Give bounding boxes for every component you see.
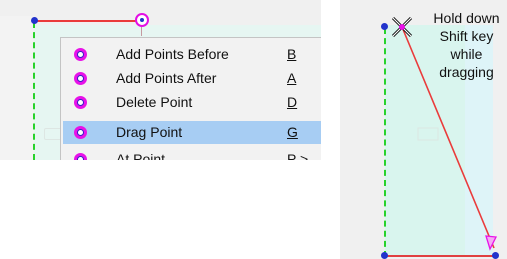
segment-line [34,20,142,22]
menu-item-delete-point[interactable]: Delete Point D [63,91,321,114]
menu-item-label: Add Points After [116,70,217,86]
anchor-point[interactable] [31,17,38,24]
menu-item-shortcut: A [287,70,297,86]
menu-item-shortcut: D [287,94,298,110]
point-icon [74,48,87,61]
menu-item-shortcut: P > [287,151,309,160]
shift-drag-tip: Hold down Shift key while dragging [426,9,507,81]
tip-line: while [450,46,483,62]
point-icon [74,96,87,109]
context-menu: Add Points Before B Add Points After A D… [60,37,321,160]
point-icon [74,72,87,85]
selected-point-icon[interactable] [135,13,149,27]
anchor-point[interactable] [381,252,388,259]
menu-item-shortcut: G [287,124,298,140]
anchor-point[interactable] [381,23,388,30]
tip-line: Hold down [433,10,500,26]
menu-item-add-points-after[interactable]: Add Points After A [63,67,321,90]
tip-line: dragging [439,64,494,80]
context-menu-panel: Add Points Before B Add Points After A D… [0,0,321,160]
drag-illustration-panel: Hold down Shift key while dragging [340,0,507,259]
canvas-gutter [0,16,34,160]
menu-item-label: Add Points Before [116,46,229,62]
anchor-point[interactable] [492,252,499,259]
move-cursor-icon [391,16,413,38]
menu-item-shortcut: B [287,46,297,62]
arrowhead-icon [485,235,498,251]
point-icon [74,126,87,139]
tip-line: Shift key [439,28,494,44]
menu-item-label: At Point [116,151,166,160]
menu-item-label: Drag Point [116,124,183,140]
guide-line [33,22,35,160]
ghost-arrow-icon [417,127,439,141]
menu-item-label: Delete Point [116,94,193,110]
menu-item-at-point[interactable]: At Point P > [63,148,321,160]
point-icon [74,153,87,160]
menu-item-drag-point[interactable]: Drag Point G [63,121,321,144]
menu-item-add-points-before[interactable]: Add Points Before B [63,43,321,66]
